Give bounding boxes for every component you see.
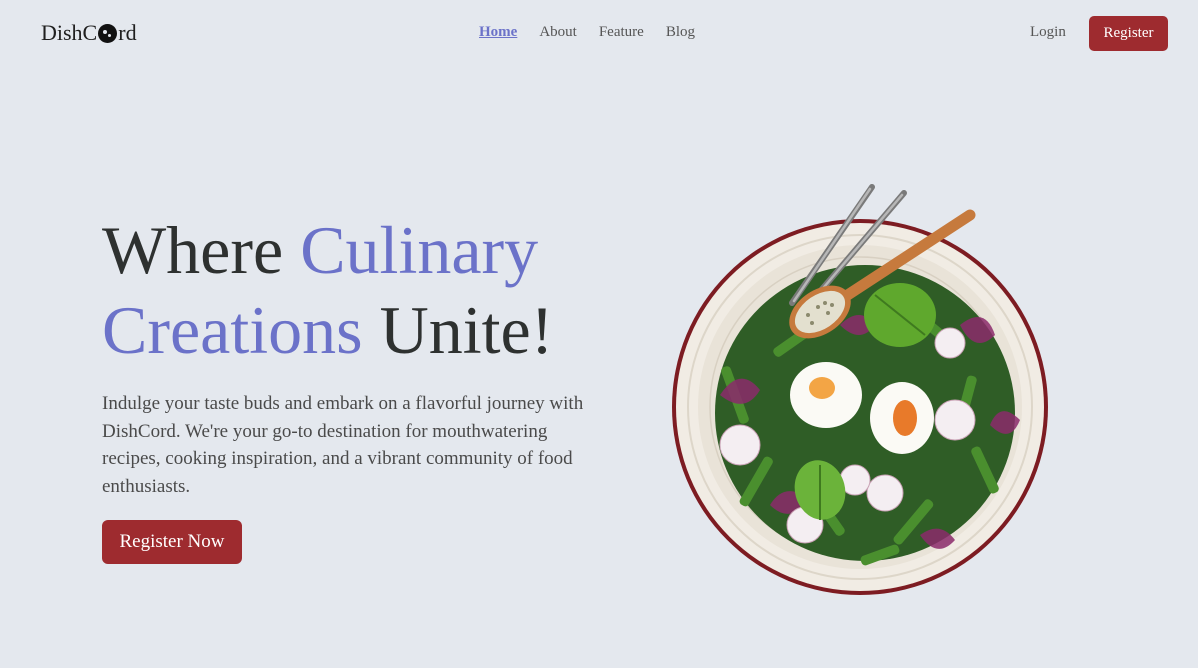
logo-text-end: rd xyxy=(118,20,137,45)
hero-title: Where Culinary Creations Unite! xyxy=(102,210,622,370)
logo-text-start: DishC xyxy=(41,20,98,45)
nav-blog-link[interactable]: Blog xyxy=(666,24,695,41)
hero-description: Indulge your taste buds and embark on a … xyxy=(102,393,584,497)
hero-title-accent2: Creations xyxy=(102,292,363,368)
nav-home-link[interactable]: Home xyxy=(479,24,517,41)
nav-feature-link[interactable]: Feature xyxy=(599,24,644,41)
hero-title-accent1: Culinary xyxy=(300,212,539,288)
navbar: DishC rd Home About Feature Blog Login Re… xyxy=(0,0,1198,68)
login-link[interactable]: Login xyxy=(1030,24,1066,41)
register-button[interactable]: Register xyxy=(1089,16,1168,51)
salad-bowl-image xyxy=(672,184,1048,595)
hero-title-part1: Where xyxy=(102,212,301,288)
hero-title-part2: Unite! xyxy=(362,292,554,368)
register-now-button[interactable]: Register Now xyxy=(102,520,242,564)
nav-links: Home About Feature Blog xyxy=(479,24,695,41)
cookie-icon xyxy=(98,23,118,43)
logo[interactable]: DishC rd xyxy=(41,20,137,46)
nav-about-link[interactable]: About xyxy=(539,24,577,41)
